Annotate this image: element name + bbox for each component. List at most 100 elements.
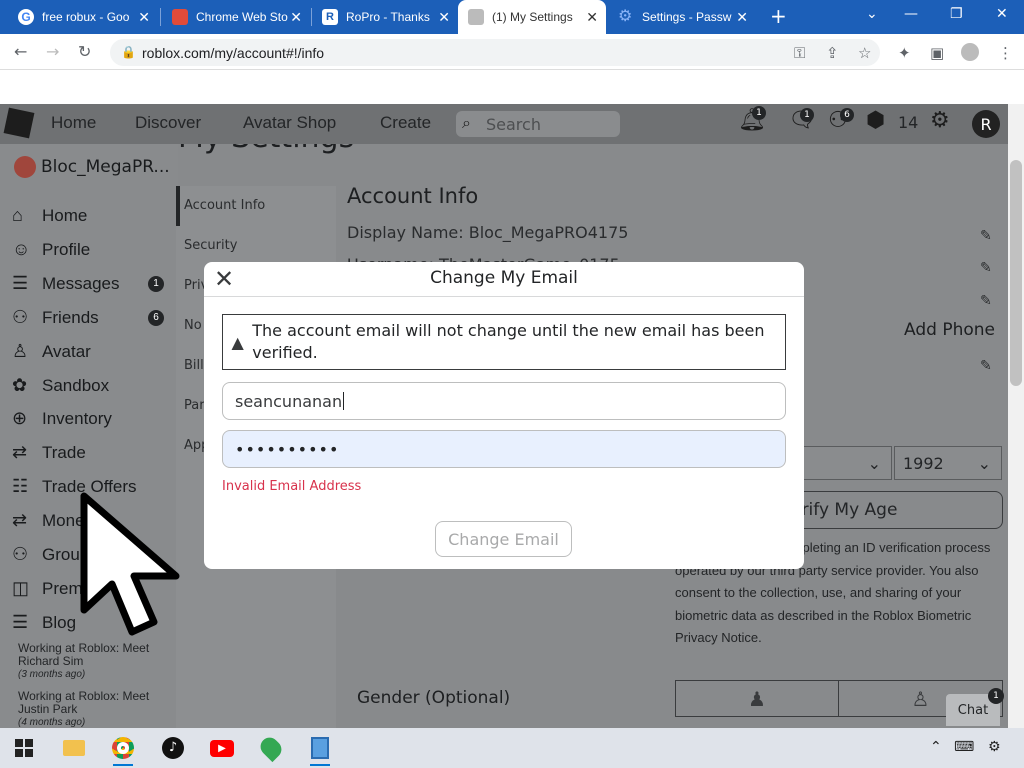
new-email-input[interactable]: seancunanan xyxy=(222,382,786,420)
browser-menu-icon[interactable]: ⋮ xyxy=(998,44,1013,62)
warning-icon: ▲ xyxy=(231,332,244,352)
sidebar-item-sandbox[interactable]: ✿ Sandbox xyxy=(12,375,109,396)
notepad-icon[interactable] xyxy=(302,733,338,766)
sidebar-username[interactable]: Bloc_MegaPR... xyxy=(41,157,170,177)
friends-icon[interactable]: ⚇ 6 xyxy=(828,108,854,133)
robux-count[interactable]: 14 xyxy=(898,113,918,132)
user-avatar[interactable] xyxy=(14,156,36,178)
ropro-extension-icon[interactable]: R xyxy=(972,110,1000,138)
birth-year-select[interactable]: 1992 ⌄ xyxy=(894,446,1002,480)
browser-tab-active[interactable]: (1) My Settings ✕ xyxy=(458,0,606,34)
tab-close-icon[interactable]: ✕ xyxy=(138,9,150,26)
modal-divider xyxy=(204,296,804,297)
browser-tab[interactable]: R RoPro - Thanks ✕ xyxy=(312,0,458,34)
back-icon[interactable]: ← xyxy=(14,42,27,61)
browser-tab[interactable]: ⚙ Settings - Passw ✕ xyxy=(608,0,756,34)
settings-gear-icon: ⚙ xyxy=(618,8,633,25)
sidebar-item-blog[interactable]: ☰ Blog xyxy=(12,612,76,633)
settings-nav-notifications[interactable]: No xyxy=(184,318,202,333)
close-window-icon[interactable]: ✕ xyxy=(996,6,1008,22)
tab-close-icon[interactable]: ✕ xyxy=(290,9,302,26)
add-phone-link[interactable]: Add Phone xyxy=(904,320,995,340)
sidebar-item-label: Avatar xyxy=(42,341,91,361)
minimize-icon[interactable]: — xyxy=(904,6,918,22)
sidebar-item-groups[interactable]: ⚇ Grou xyxy=(12,544,80,565)
nav-avatar-shop[interactable]: Avatar Shop xyxy=(243,113,336,133)
tab-search-chevron-icon[interactable]: ⌄ xyxy=(866,6,878,22)
tab-close-icon[interactable]: ✕ xyxy=(438,9,450,26)
sidebar-item-messages[interactable]: ☰ Messages 1 xyxy=(12,273,178,294)
address-bar[interactable]: 🔒 roblox.com/my/account#!/info xyxy=(110,39,880,66)
file-explorer-icon[interactable] xyxy=(56,733,92,763)
blog-post-date: (3 months ago) xyxy=(18,669,86,680)
nav-discover[interactable]: Discover xyxy=(135,113,201,133)
gender-male-button[interactable]: ♟ xyxy=(675,680,839,717)
sidebar-item-friends[interactable]: ⚇ Friends 6 xyxy=(12,307,178,328)
tab-close-icon[interactable]: ✕ xyxy=(736,9,748,26)
sidebar-item-inventory[interactable]: ⊕ Inventory xyxy=(12,408,112,429)
messages-icon[interactable]: 🗨︎1 xyxy=(788,108,816,133)
male-icon: ♟ xyxy=(748,686,766,711)
settings-nav-billing[interactable]: Bill xyxy=(184,358,204,373)
windows-taskbar xyxy=(0,728,1024,768)
scrollbar-thumb[interactable] xyxy=(1010,160,1022,386)
maximize-icon[interactable]: ❐ xyxy=(950,6,963,22)
bookmark-star-icon[interactable]: ☆ xyxy=(858,44,871,62)
settings-gear-icon[interactable]: ⚙ xyxy=(930,108,950,133)
search-input[interactable]: ⌕ Search xyxy=(456,111,620,137)
sidebar-item-label: Profile xyxy=(42,239,91,259)
tray-settings-icon[interactable]: ⚙ xyxy=(988,739,1001,755)
tiktok-icon[interactable]: ♪ xyxy=(155,733,191,763)
sidebar-item-label: Friends xyxy=(42,307,99,327)
chat-button[interactable]: Chat 1 xyxy=(946,688,1004,726)
extensions-icon[interactable]: ✦ xyxy=(898,44,911,62)
blog-post-link[interactable]: Working at Roblox: Meet Justin Park (4 mo… xyxy=(18,690,158,729)
password-input[interactable]: •••••••••• xyxy=(222,430,786,468)
ropro-icon: R xyxy=(322,9,338,25)
new-tab-icon[interactable]: + xyxy=(770,4,787,28)
windows-start-icon[interactable] xyxy=(6,733,42,763)
settings-nav-parental[interactable]: Par xyxy=(184,398,205,413)
sidebar-item-avatar[interactable]: ♙ Avatar xyxy=(12,341,91,362)
chrome-icon[interactable] xyxy=(105,733,141,766)
robux-icon[interactable]: ⬢ xyxy=(866,108,885,133)
settings-nav-account-info[interactable]: Account Info xyxy=(184,198,265,213)
tab-label: Chrome Web Sto xyxy=(196,10,288,24)
reload-icon[interactable]: ↻ xyxy=(78,42,91,61)
browser-tab[interactable]: Chrome Web Sto ✕ xyxy=(162,0,310,34)
nav-create[interactable]: Create xyxy=(380,113,431,133)
roblox-logo[interactable] xyxy=(3,107,35,139)
maps-icon[interactable] xyxy=(253,733,289,763)
browser-tab[interactable]: G free robux - Goo ✕ xyxy=(8,0,158,34)
sidebar-item-label: Grou xyxy=(42,544,80,564)
sidebar-item-home[interactable]: ⌂ Home xyxy=(12,205,87,226)
settings-nav-active-indicator xyxy=(176,186,180,226)
notifications-bell-icon[interactable]: 🔔︎ 1 xyxy=(738,106,766,133)
blog-post-link[interactable]: Working at Roblox: Meet Richard Sim (3 mo… xyxy=(18,642,158,681)
edit-username-icon[interactable]: ✎ xyxy=(980,260,992,276)
key-icon[interactable]: ⚿ xyxy=(794,44,805,62)
settings-nav-security[interactable]: Security xyxy=(184,238,237,253)
groups-icon: ⚇ xyxy=(12,544,29,564)
tab-close-icon[interactable]: ✕ xyxy=(586,9,598,26)
side-panel-icon[interactable]: ▣ xyxy=(930,44,944,62)
display-name-row: Display Name: Bloc_MegaPRO4175 xyxy=(347,223,629,242)
keyboard-icon[interactable]: ⌨ xyxy=(954,739,974,755)
profile-avatar-icon[interactable] xyxy=(961,43,979,61)
edit-display-name-icon[interactable]: ✎ xyxy=(980,228,992,244)
nav-home[interactable]: Home xyxy=(51,113,96,133)
sidebar-item-premium[interactable]: ◫ Prem xyxy=(12,578,83,599)
sidebar-item-trade[interactable]: ⇄ Trade xyxy=(12,442,86,463)
forward-icon[interactable]: → xyxy=(46,42,59,61)
change-email-button[interactable]: Change Email xyxy=(435,521,572,557)
sidebar-item-profile[interactable]: ☺ Profile xyxy=(12,239,90,260)
tray-chevron-icon[interactable]: ⌃ xyxy=(930,739,942,755)
edit-email-icon[interactable]: ✎ xyxy=(980,358,992,374)
youtube-icon[interactable]: ▶ xyxy=(204,733,240,763)
edit-password-icon[interactable]: ✎ xyxy=(980,293,992,309)
share-icon[interactable]: ⇪ xyxy=(826,44,839,62)
blog-icon: ☰ xyxy=(12,612,29,632)
email-error-message: Invalid Email Address xyxy=(222,479,362,494)
chrome-web-store-icon xyxy=(172,9,188,25)
sidebar-item-money[interactable]: ⇄ Mone xyxy=(12,510,85,531)
